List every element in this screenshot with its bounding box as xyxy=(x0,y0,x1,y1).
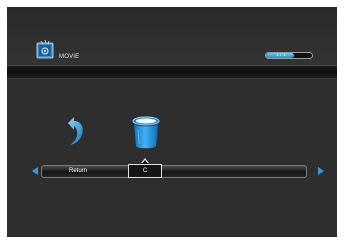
scroll-right-arrow-icon[interactable] xyxy=(318,167,324,175)
header: MOVIE 1 / 1 xyxy=(7,7,337,65)
option-return[interactable]: Return xyxy=(69,167,87,176)
return-arrow-icon[interactable] xyxy=(65,115,87,147)
scroll-left-arrow-icon[interactable] xyxy=(32,167,38,175)
trash-bin-icon[interactable] xyxy=(131,115,161,151)
header-band xyxy=(7,65,337,79)
page-indicator: 1 / 1 xyxy=(265,52,313,59)
movie-folder-icon xyxy=(36,40,54,59)
option-selected[interactable]: C xyxy=(128,164,162,178)
page-title: MOVIE xyxy=(59,54,80,60)
page-indicator-text: 1 / 1 xyxy=(276,52,286,58)
movie-browser-screen: MOVIE 1 / 1 Return C xyxy=(7,7,337,237)
